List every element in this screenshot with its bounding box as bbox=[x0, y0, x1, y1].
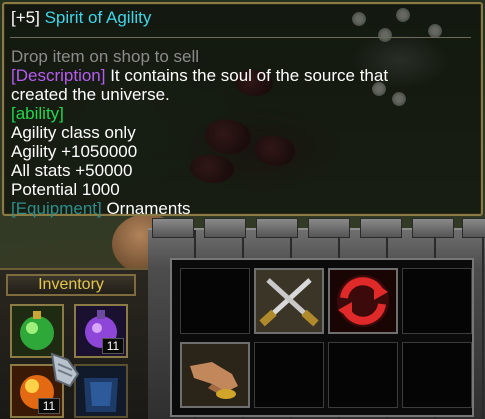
command-slot-pickup[interactable] bbox=[180, 342, 250, 408]
green-potion-icon bbox=[12, 306, 62, 356]
description-text: It contains the soul of the source that bbox=[105, 66, 389, 85]
command-slot-empty[interactable] bbox=[402, 268, 472, 334]
ability-line: Potential 1000 bbox=[11, 180, 120, 199]
item-count: 11 bbox=[38, 398, 60, 414]
command-slot-empty[interactable] bbox=[402, 342, 472, 408]
ability-tag: [ability] bbox=[11, 104, 64, 123]
sell-hint: Drop item on shop to sell bbox=[11, 47, 200, 66]
hand-gold-icon bbox=[182, 344, 248, 406]
command-slot-empty[interactable] bbox=[180, 268, 250, 334]
crossed-swords-icon bbox=[256, 270, 322, 332]
command-slot-attack[interactable] bbox=[254, 268, 324, 334]
tooltip-title: [+5] Spirit of Agility bbox=[11, 8, 151, 28]
equipment-tag: [Equipment] bbox=[11, 199, 102, 218]
ability-line: Agility class only bbox=[11, 123, 136, 142]
equipment-line: [Equipment] Ornaments bbox=[11, 199, 191, 218]
ability-line: Agility +1050000 bbox=[11, 142, 138, 161]
description-text-2: created the universe. bbox=[11, 85, 170, 104]
command-slot-cycle[interactable] bbox=[328, 268, 398, 334]
description-line: [Description] It contains the soul of th… bbox=[11, 66, 388, 85]
stone-battlement bbox=[462, 218, 485, 238]
item-count: 11 bbox=[102, 338, 124, 354]
command-card-grid bbox=[170, 258, 474, 417]
stone-battlement bbox=[204, 218, 246, 238]
command-slot-empty[interactable] bbox=[254, 342, 324, 408]
inventory-label: Inventory bbox=[6, 274, 136, 296]
stone-battlement bbox=[412, 218, 454, 238]
stone-battlement bbox=[308, 218, 350, 238]
item-level: [+5] bbox=[11, 8, 40, 27]
item-tooltip: [+5] Spirit of Agility Drop item on shop… bbox=[2, 2, 483, 218]
red-cycle-icon bbox=[330, 270, 396, 332]
stone-battlement bbox=[360, 218, 402, 238]
tooltip-divider bbox=[10, 37, 471, 38]
command-slot-empty[interactable] bbox=[328, 342, 398, 408]
item-name: Spirit of Agility bbox=[44, 8, 152, 27]
equipment-type: Ornaments bbox=[101, 199, 191, 218]
stone-battlement bbox=[152, 218, 194, 238]
stone-battlement bbox=[256, 218, 298, 238]
ability-line: All stats +50000 bbox=[11, 161, 133, 180]
gauntlet-cursor-icon bbox=[50, 352, 80, 388]
description-tag: [Description] bbox=[11, 66, 106, 85]
